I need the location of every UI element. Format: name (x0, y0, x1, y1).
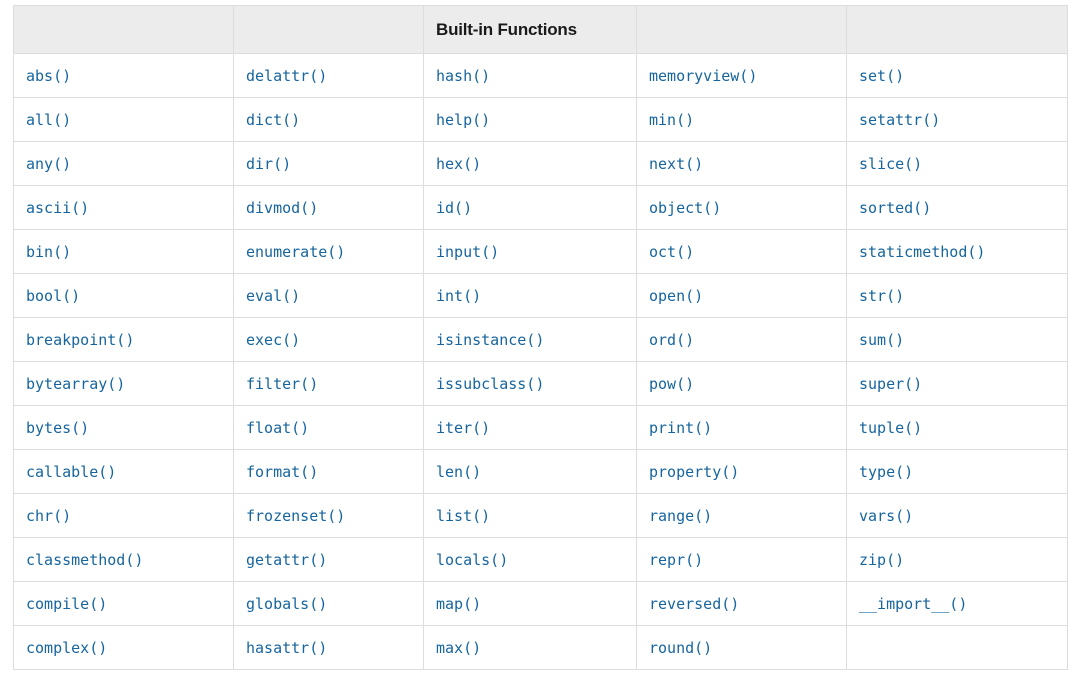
table-header-cell (637, 6, 847, 54)
function-name-cell[interactable]: filter() (234, 362, 424, 406)
table-row: complex()hasattr()max()round() (14, 626, 1068, 670)
function-name-cell[interactable]: divmod() (234, 186, 424, 230)
function-name-cell[interactable]: locals() (424, 538, 637, 582)
function-name-cell[interactable]: chr() (14, 494, 234, 538)
function-name-cell[interactable]: hash() (424, 54, 637, 98)
function-name-cell[interactable]: frozenset() (234, 494, 424, 538)
function-name-cell[interactable]: getattr() (234, 538, 424, 582)
function-name-cell[interactable]: staticmethod() (847, 230, 1068, 274)
table-header-row: Built-in Functions (14, 6, 1068, 54)
function-name-cell[interactable]: input() (424, 230, 637, 274)
function-name-cell[interactable]: object() (637, 186, 847, 230)
table-body: abs()delattr()hash()memoryview()set()all… (14, 54, 1068, 670)
function-name-cell[interactable]: bool() (14, 274, 234, 318)
builtin-functions-table: Built-in Functions abs()delattr()hash()m… (13, 5, 1068, 670)
function-name-cell[interactable]: print() (637, 406, 847, 450)
function-name-cell[interactable]: all() (14, 98, 234, 142)
function-name-cell[interactable]: globals() (234, 582, 424, 626)
table-row: ascii()divmod()id()object()sorted() (14, 186, 1068, 230)
table-row: bool()eval()int()open()str() (14, 274, 1068, 318)
table-header-cell (847, 6, 1068, 54)
function-name-cell[interactable]: next() (637, 142, 847, 186)
function-name-cell[interactable]: repr() (637, 538, 847, 582)
function-name-cell[interactable]: max() (424, 626, 637, 670)
function-name-cell[interactable]: ascii() (14, 186, 234, 230)
function-name-cell[interactable]: bytes() (14, 406, 234, 450)
function-name-cell[interactable]: sorted() (847, 186, 1068, 230)
table-row: bytearray()filter()issubclass()pow()supe… (14, 362, 1068, 406)
function-name-cell[interactable]: issubclass() (424, 362, 637, 406)
function-name-cell[interactable]: hasattr() (234, 626, 424, 670)
function-name-cell[interactable]: setattr() (847, 98, 1068, 142)
table-row: bin()enumerate()input()oct()staticmethod… (14, 230, 1068, 274)
function-name-cell[interactable]: iter() (424, 406, 637, 450)
function-name-cell[interactable]: round() (637, 626, 847, 670)
function-name-cell[interactable]: len() (424, 450, 637, 494)
function-name-cell[interactable]: oct() (637, 230, 847, 274)
function-name-cell[interactable]: any() (14, 142, 234, 186)
function-name-cell[interactable]: complex() (14, 626, 234, 670)
function-name-cell[interactable]: tuple() (847, 406, 1068, 450)
function-name-cell[interactable]: delattr() (234, 54, 424, 98)
function-name-cell[interactable]: classmethod() (14, 538, 234, 582)
table-header-cell (14, 6, 234, 54)
function-name-cell[interactable]: pow() (637, 362, 847, 406)
table-title-header-cell: Built-in Functions (424, 6, 637, 54)
function-name-cell[interactable]: dir() (234, 142, 424, 186)
function-name-cell[interactable]: min() (637, 98, 847, 142)
function-name-cell[interactable]: int() (424, 274, 637, 318)
function-name-cell[interactable]: isinstance() (424, 318, 637, 362)
function-name-cell[interactable]: bytearray() (14, 362, 234, 406)
function-name-cell[interactable]: help() (424, 98, 637, 142)
function-name-cell[interactable]: exec() (234, 318, 424, 362)
function-name-cell[interactable]: list() (424, 494, 637, 538)
table-header: Built-in Functions (14, 6, 1068, 54)
function-name-cell[interactable]: __import__() (847, 582, 1068, 626)
function-name-cell[interactable]: compile() (14, 582, 234, 626)
function-name-cell[interactable]: zip() (847, 538, 1068, 582)
function-name-cell[interactable]: dict() (234, 98, 424, 142)
function-name-cell[interactable]: str() (847, 274, 1068, 318)
table-row: compile()globals()map()reversed()__impor… (14, 582, 1068, 626)
function-name-cell[interactable]: id() (424, 186, 637, 230)
function-name-cell[interactable]: callable() (14, 450, 234, 494)
function-name-cell[interactable]: bin() (14, 230, 234, 274)
function-name-cell[interactable]: abs() (14, 54, 234, 98)
function-name-cell[interactable]: breakpoint() (14, 318, 234, 362)
function-name-cell[interactable]: eval() (234, 274, 424, 318)
function-name-cell[interactable]: sum() (847, 318, 1068, 362)
table-row: abs()delattr()hash()memoryview()set() (14, 54, 1068, 98)
page-root: Built-in Functions abs()delattr()hash()m… (0, 0, 1083, 690)
function-name-cell[interactable]: range() (637, 494, 847, 538)
function-name-cell[interactable]: open() (637, 274, 847, 318)
function-name-cell[interactable]: vars() (847, 494, 1068, 538)
function-name-cell[interactable]: format() (234, 450, 424, 494)
function-name-cell[interactable]: hex() (424, 142, 637, 186)
table-row: classmethod()getattr()locals()repr()zip(… (14, 538, 1068, 582)
table-row: chr()frozenset()list()range()vars() (14, 494, 1068, 538)
function-name-cell[interactable]: type() (847, 450, 1068, 494)
table-row: bytes()float()iter()print()tuple() (14, 406, 1068, 450)
function-name-cell[interactable]: super() (847, 362, 1068, 406)
function-name-cell[interactable]: property() (637, 450, 847, 494)
function-name-cell[interactable]: memoryview() (637, 54, 847, 98)
function-name-cell[interactable]: set() (847, 54, 1068, 98)
function-name-cell[interactable]: reversed() (637, 582, 847, 626)
table-row: all()dict()help()min()setattr() (14, 98, 1068, 142)
table-header-cell (234, 6, 424, 54)
function-name-cell[interactable]: enumerate() (234, 230, 424, 274)
table-row: callable()format()len()property()type() (14, 450, 1068, 494)
function-name-cell[interactable]: ord() (637, 318, 847, 362)
function-name-cell[interactable]: map() (424, 582, 637, 626)
function-name-cell[interactable]: slice() (847, 142, 1068, 186)
function-name-cell[interactable]: float() (234, 406, 424, 450)
table-row: breakpoint()exec()isinstance()ord()sum() (14, 318, 1068, 362)
table-row: any()dir()hex()next()slice() (14, 142, 1068, 186)
empty-cell (847, 626, 1068, 670)
